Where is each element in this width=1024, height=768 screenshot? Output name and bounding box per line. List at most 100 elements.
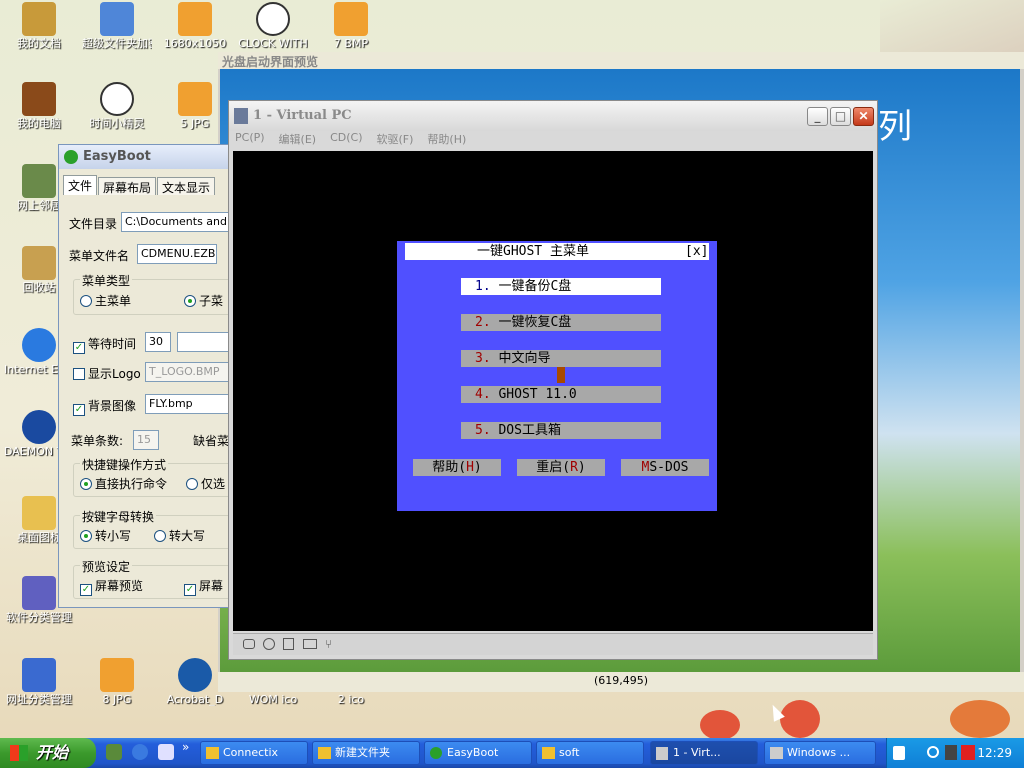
desktop-icon-clock-with[interactable]: CLOCK WITH xyxy=(238,2,308,50)
reboot-button[interactable]: 重启(R) xyxy=(517,459,605,476)
radio-lowercase[interactable]: 转小写 xyxy=(80,527,131,544)
virtual-pc-app-icon xyxy=(234,108,248,124)
vpc-statusbar: ⑂ xyxy=(233,633,873,655)
text-cursor xyxy=(557,367,565,383)
daemon-tools-icon xyxy=(22,410,56,444)
close-button[interactable]: ✕ xyxy=(853,107,874,126)
floppy-icon[interactable] xyxy=(283,638,294,650)
menu-item-restore[interactable]: 2. 一键恢复C盘 xyxy=(461,314,661,331)
bg-image-checkbox[interactable]: ✓ 背景图像 xyxy=(73,397,136,416)
wallpaper-lantern xyxy=(950,700,1010,738)
clock-icon xyxy=(100,82,134,116)
wallpaper-lantern xyxy=(780,700,820,738)
system-tray: 12:29 xyxy=(886,738,1024,768)
window-icon xyxy=(770,747,783,759)
desktop-icon-time-sprite[interactable]: 时间小精灵 xyxy=(82,82,152,130)
clock-icon xyxy=(256,2,290,36)
antivirus-icon[interactable] xyxy=(961,745,975,760)
ghost-menu-header: 一键GHOST 主菜单 [x] xyxy=(405,243,709,260)
keyboard-icon[interactable] xyxy=(893,746,905,760)
computer-icon xyxy=(22,82,56,116)
tab-screen-layout[interactable]: 屏幕布局 xyxy=(98,177,157,195)
taskbar-button-new-folder[interactable]: 新建文件夹 xyxy=(312,741,420,765)
desktop-icon-my-computer[interactable]: 我的电脑 xyxy=(4,82,74,130)
letter-convert-group: 按键字母转换 转小写 转大写 xyxy=(73,508,231,549)
jpg-file-icon xyxy=(100,658,134,692)
taskbar-button-easyboot[interactable]: EasyBoot xyxy=(424,741,532,765)
shared-folder-icon[interactable] xyxy=(303,639,317,649)
clock-text[interactable]: 12:29 xyxy=(977,746,1012,760)
quicklaunch-desktop-icon[interactable] xyxy=(158,744,174,760)
help-button[interactable]: 帮助(H) xyxy=(413,459,501,476)
tab-text-display[interactable]: 文本显示 xyxy=(157,177,216,195)
folder-icon xyxy=(318,747,331,759)
wait-time-checkbox[interactable]: ✓ 等待时间 xyxy=(73,335,136,354)
bg-image-input[interactable]: FLY.bmp xyxy=(145,394,231,414)
tab-file[interactable]: 文件 xyxy=(63,175,98,195)
preview-status-coords: (619,495) xyxy=(218,672,1024,692)
menu-item-backup[interactable]: 1. 一键备份C盘 xyxy=(461,278,661,295)
cd-icon[interactable] xyxy=(263,638,275,650)
show-logo-input[interactable]: T_LOGO.BMP xyxy=(145,362,231,382)
radio-sub-menu[interactable]: 子菜 xyxy=(184,292,223,309)
desktop-icon-my-documents[interactable]: 我的文档 xyxy=(4,2,74,50)
network-status-icon[interactable] xyxy=(927,746,939,758)
vpc-menubar: PC(P) 编辑(E) CD(C) 软驱(F) 帮助(H) xyxy=(235,131,480,149)
preview-window-title: 光盘启动界面预览 xyxy=(218,52,1024,69)
easyboot-window[interactable]: EasyBoot 文件 屏幕布局 文本显示 文件目录 C:\Documents … xyxy=(58,144,231,608)
radio-uppercase[interactable]: 转大写 xyxy=(154,527,205,544)
hard-disk-icon[interactable] xyxy=(243,639,255,649)
vpc-titlebar[interactable]: 1 - Virtual PC _ □ ✕ xyxy=(229,101,877,131)
menu-floppy[interactable]: 软驱(F) xyxy=(377,131,414,149)
easyboot-app-icon xyxy=(430,747,442,759)
vpc-title: 1 - Virtual PC xyxy=(253,108,352,123)
menu-pc[interactable]: PC(P) xyxy=(235,131,265,149)
quicklaunch-expand-icon[interactable]: » xyxy=(182,740,189,754)
speaker-icon[interactable] xyxy=(945,745,957,760)
folder-icon xyxy=(206,747,219,759)
vpc-guest-screen[interactable]: 一键GHOST 主菜单 [x] 1. 一键备份C盘 2. 一键恢复C盘 3. 中… xyxy=(233,151,873,631)
menu-help[interactable]: 帮助(H) xyxy=(427,131,466,149)
radio-main-menu[interactable]: 主菜单 xyxy=(80,292,131,309)
taskbar-button-soft[interactable]: soft xyxy=(536,741,644,765)
radio-direct-exec[interactable]: 直接执行命令 xyxy=(80,475,167,492)
menu-file-input[interactable]: CDMENU.EZB xyxy=(137,244,217,264)
menu-cd[interactable]: CD(C) xyxy=(330,131,362,149)
network-icon xyxy=(22,164,56,198)
ghost-menu-close[interactable]: [x] xyxy=(685,243,708,260)
menu-item-dos-tools[interactable]: 5. DOS工具箱 xyxy=(461,422,661,439)
maximize-button[interactable]: □ xyxy=(830,107,851,126)
desktop-icon-folder-encrypt[interactable]: 超级文件夹加密 xyxy=(82,2,152,50)
desktop-icon-7-bmp[interactable]: 7 BMP xyxy=(316,2,386,50)
ghost-menu-title: 一键GHOST 主菜单 xyxy=(477,244,589,259)
menu-count-input[interactable]: 15 xyxy=(133,430,159,450)
acrobat-icon xyxy=(178,658,212,692)
screen-preview-checkbox[interactable]: ✓ 屏幕预览 xyxy=(80,577,143,596)
folder-icon xyxy=(22,496,56,530)
minimize-button[interactable]: _ xyxy=(807,107,828,126)
desktop-icon-8-jpg[interactable]: 8 JPG xyxy=(82,658,152,706)
screen-preview2-checkbox[interactable]: ✓ 屏幕 xyxy=(184,577,223,596)
msdos-button[interactable]: MS-DOS xyxy=(621,459,709,476)
quicklaunch-eye-icon[interactable] xyxy=(106,744,122,760)
wait-time-extra-input[interactable] xyxy=(177,332,231,352)
preview-side-text: 列 xyxy=(878,107,912,147)
radio-select-only[interactable]: 仅选 xyxy=(186,475,225,492)
wait-time-input[interactable]: 30 xyxy=(145,332,171,352)
start-button[interactable]: 开始 xyxy=(0,738,96,768)
desktop-icon-url-manager[interactable]: 网址分类管理 xyxy=(4,658,74,706)
show-logo-checkbox[interactable]: 显示Logo xyxy=(73,365,141,382)
file-dir-input[interactable]: C:\Documents and Se xyxy=(121,212,231,232)
internet-explorer-icon xyxy=(22,328,56,362)
taskbar-button-connectix[interactable]: Connectix xyxy=(200,741,308,765)
virtual-pc-window[interactable]: 1 - Virtual PC _ □ ✕ PC(P) 编辑(E) CD(C) 软… xyxy=(228,100,878,660)
desktop-icon-jpg-1680[interactable]: 1680x1050 xyxy=(160,2,230,50)
easyboot-titlebar[interactable]: EasyBoot xyxy=(59,145,229,169)
quicklaunch-ie-icon[interactable] xyxy=(132,744,148,760)
taskbar-button-windows[interactable]: Windows ... xyxy=(764,741,876,765)
menu-item-ghost[interactable]: 4. GHOST 11.0 xyxy=(461,386,661,403)
taskbar-button-virtual-pc[interactable]: 1 - Virt... xyxy=(650,741,758,765)
menu-edit[interactable]: 编辑(E) xyxy=(279,131,317,149)
network-adapter-icon[interactable]: ⑂ xyxy=(325,637,339,651)
menu-item-wizard[interactable]: 3. 中文向导 xyxy=(461,350,661,367)
